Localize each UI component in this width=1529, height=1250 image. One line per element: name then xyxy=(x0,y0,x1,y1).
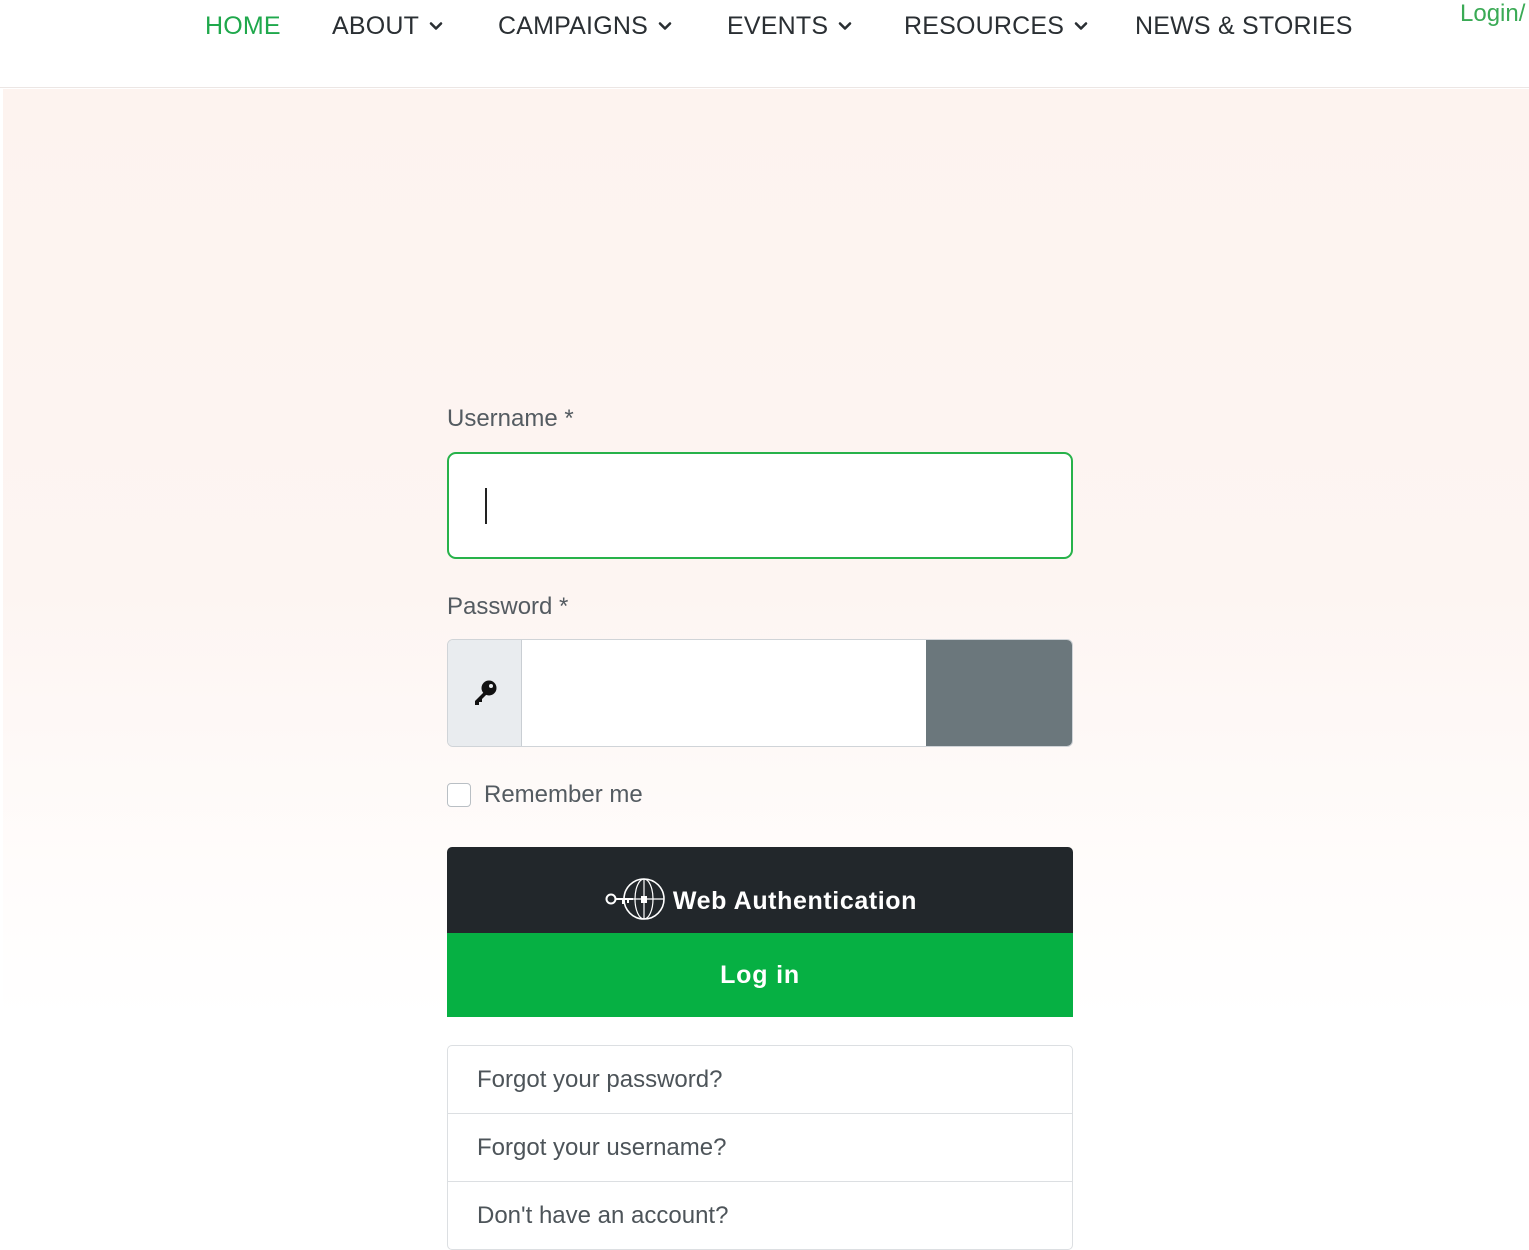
chevron-down-icon xyxy=(838,19,852,33)
webauthn-icon xyxy=(603,875,667,928)
nav-item-events[interactable]: EVENTS xyxy=(727,8,852,44)
remember-me-checkbox[interactable] xyxy=(447,783,471,807)
forgot-password-link[interactable]: Forgot your password? xyxy=(448,1046,1072,1114)
forgot-username-link[interactable]: Forgot your username? xyxy=(448,1114,1072,1182)
nav-item-label: NEWS & STORIES xyxy=(1135,11,1353,40)
create-account-link[interactable]: Don't have an account? xyxy=(448,1182,1072,1250)
login-link[interactable]: Login/ xyxy=(1460,0,1525,28)
nav-item-label: EVENTS xyxy=(727,11,829,40)
web-authentication-button[interactable]: Web Authentication xyxy=(447,847,1073,933)
username-label: Username * xyxy=(447,405,574,432)
nav-item-news-stories[interactable]: NEWS & STORIES xyxy=(1135,8,1353,44)
password-visibility-toggle[interactable] xyxy=(926,640,1072,746)
nav-item-label: ABOUT xyxy=(332,11,420,40)
nav-item-about[interactable]: ABOUT xyxy=(332,8,443,44)
password-input-group xyxy=(447,639,1073,747)
login-button-label: Log in xyxy=(720,960,800,989)
username-input[interactable] xyxy=(447,452,1073,559)
password-label: Password * xyxy=(447,593,569,620)
nav-item-home[interactable]: HOME xyxy=(205,8,281,44)
help-links-list: Forgot your password? Forgot your userna… xyxy=(447,1045,1073,1250)
login-button[interactable]: Log in xyxy=(447,933,1073,1017)
nav-item-label: HOME xyxy=(205,11,281,40)
key-icon xyxy=(448,640,522,746)
remember-me: Remember me xyxy=(447,780,643,810)
nav-item-campaigns[interactable]: CAMPAIGNS xyxy=(498,8,672,44)
chevron-down-icon xyxy=(429,19,443,33)
nav-item-label: RESOURCES xyxy=(904,11,1065,40)
top-navigation: HOME ABOUT CAMPAIGNS EVENTS RESOURCES NE… xyxy=(0,0,1529,88)
text-caret xyxy=(485,488,487,524)
nav-item-resources[interactable]: RESOURCES xyxy=(904,8,1088,44)
nav-item-label: CAMPAIGNS xyxy=(498,11,648,40)
chevron-down-icon xyxy=(1074,19,1088,33)
web-authentication-label: Web Authentication xyxy=(672,886,918,915)
remember-me-label[interactable]: Remember me xyxy=(484,781,643,809)
chevron-down-icon xyxy=(658,19,672,33)
password-input[interactable] xyxy=(522,640,926,746)
